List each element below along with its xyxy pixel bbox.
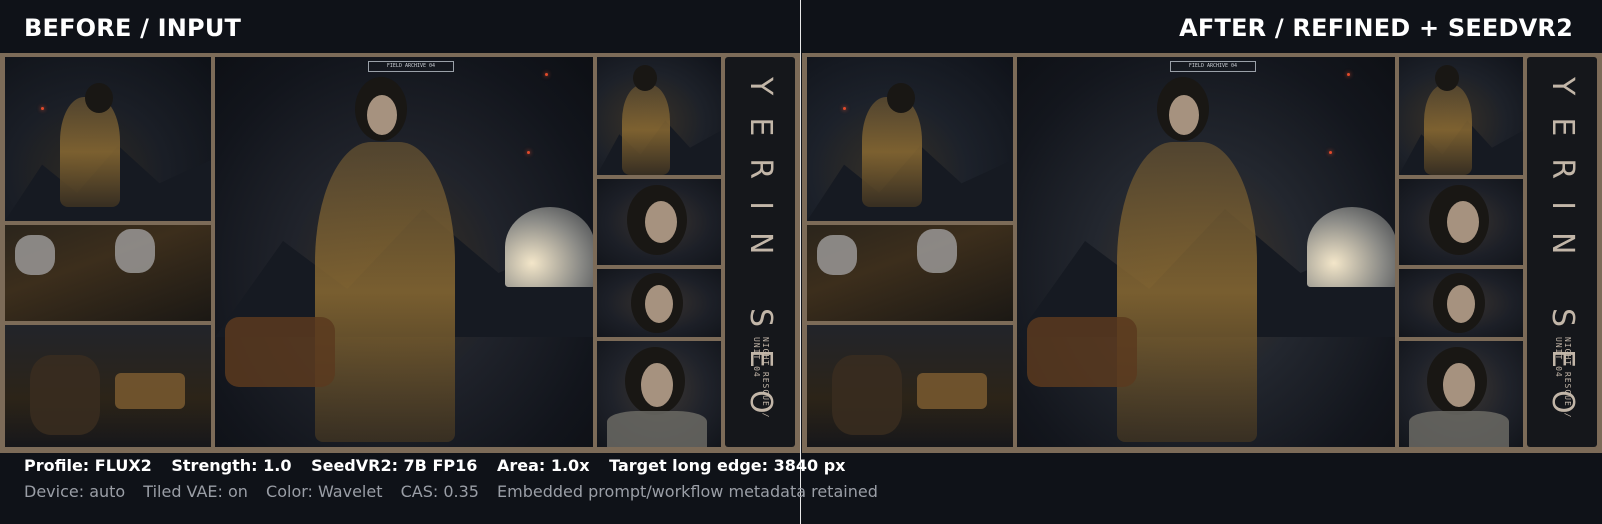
archive-label: FIELD ARCHIVE 04 <box>368 61 454 72</box>
param-strength: Strength: 1.0 <box>171 456 292 475</box>
before-title: BEFORE / INPUT <box>24 14 242 42</box>
poster-title-strip: YERIN SEO NIGHT RESCUE / UNIT 04 <box>1527 57 1597 447</box>
panel-closeup-2 <box>597 269 721 337</box>
panel-closeup-2 <box>1399 269 1523 337</box>
meta-color: Color: Wavelet <box>266 482 383 501</box>
panel-hands-drone <box>5 225 211 321</box>
panel-kneeling-scene <box>5 57 211 221</box>
panel-closeup-1 <box>597 179 721 265</box>
meta-cas: CAS: 0.35 <box>400 482 479 501</box>
poster-subtitle: NIGHT RESCUE / UNIT 04 <box>1554 337 1572 419</box>
after-title: AFTER / REFINED + SEEDVR2 <box>1179 14 1573 42</box>
meta-embedded: Embedded prompt/workflow metadata retain… <box>497 482 878 501</box>
panel-closeup-3 <box>597 341 721 447</box>
parameter-summary: Profile: FLUX2 Strength: 1.0 SeedVR2: 7B… <box>24 456 860 475</box>
panel-hands-drone <box>807 225 1013 321</box>
panel-closeup-3 <box>1399 341 1523 447</box>
param-profile: Profile: FLUX2 <box>24 456 152 475</box>
panel-kneeling-scene <box>807 57 1013 221</box>
metadata-summary: Device: auto Tiled VAE: on Color: Wavele… <box>24 482 891 501</box>
param-seedvr2: SeedVR2: 7B FP16 <box>311 456 478 475</box>
panel-hero-portrait: FIELD ARCHIVE 04 <box>1017 57 1395 447</box>
param-target-long-edge: Target long edge: 3840 px <box>609 456 846 475</box>
panel-boots <box>5 325 211 447</box>
panel-closeup-1 <box>1399 179 1523 265</box>
poster-subtitle: NIGHT RESCUE / UNIT 04 <box>752 337 770 419</box>
panel-back-view <box>597 57 721 175</box>
param-area: Area: 1.0x <box>496 456 590 475</box>
archive-label: FIELD ARCHIVE 04 <box>1170 61 1256 72</box>
meta-tiled-vae: Tiled VAE: on <box>143 482 248 501</box>
meta-device: Device: auto <box>24 482 126 501</box>
panel-hero-portrait: FIELD ARCHIVE 04 <box>215 57 593 447</box>
panel-back-view <box>1399 57 1523 175</box>
poster-title-strip: YERIN SEO NIGHT RESCUE / UNIT 04 <box>725 57 795 447</box>
comparison-divider[interactable] <box>800 0 801 524</box>
panel-boots <box>807 325 1013 447</box>
after-image: FIELD ARCHIVE 04 YERIN SEO NIGHT RESCUE … <box>802 53 1602 453</box>
before-image: FIELD ARCHIVE 04 YERIN SEO NIGHT RESCUE … <box>0 53 800 453</box>
